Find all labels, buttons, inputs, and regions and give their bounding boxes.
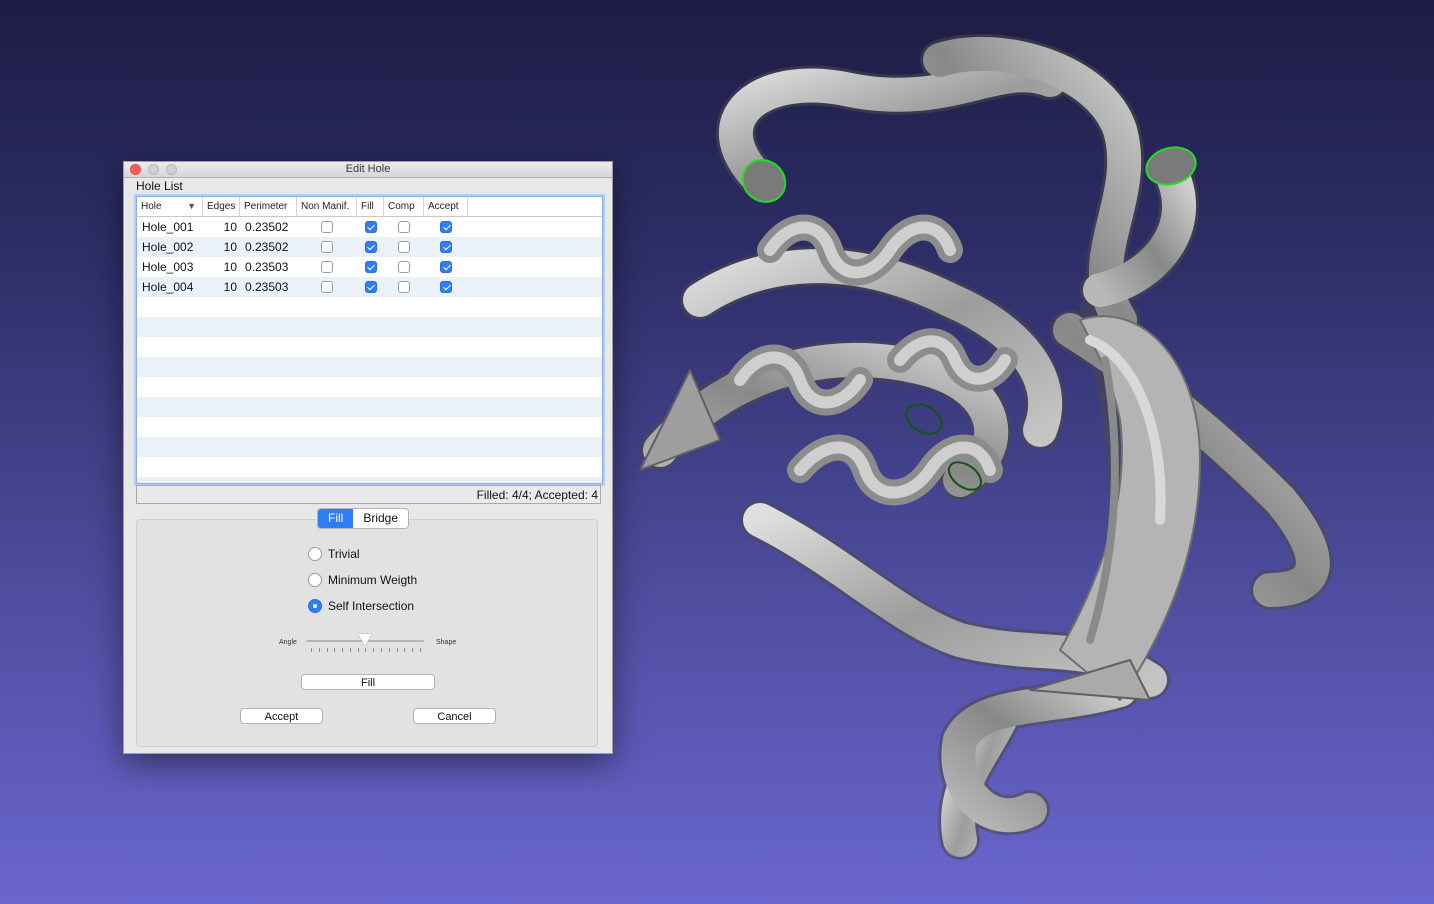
column-header-comp[interactable]: Comp <box>384 197 424 216</box>
radio-label: Trivial <box>328 547 360 561</box>
empty-row <box>137 477 602 483</box>
radio-label: Self Intersection <box>328 599 415 613</box>
empty-row <box>137 297 602 317</box>
hole-name-cell: Hole_002 <box>142 240 194 254</box>
column-header-hole[interactable]: Hole ▼ <box>137 197 203 216</box>
accept-checkbox[interactable] <box>440 221 452 233</box>
comp-checkbox[interactable] <box>398 281 410 293</box>
table-row[interactable]: Hole_002 10 0.23502 <box>137 237 602 257</box>
radio-button[interactable] <box>308 547 322 561</box>
edges-cell: 10 <box>223 260 237 274</box>
edges-cell: 10 <box>223 220 237 234</box>
non-manifold-checkbox[interactable] <box>321 281 333 293</box>
perimeter-cell: 0.23502 <box>245 220 289 234</box>
column-header-fill[interactable]: Fill <box>357 197 384 216</box>
fill-status: Filled: 4/4; Accepted: 4 <box>136 485 601 504</box>
hole-list-label: Hole List <box>136 179 183 193</box>
column-header-non-manif[interactable]: Non Manif. <box>297 197 357 216</box>
hole-name-cell: Hole_003 <box>142 260 194 274</box>
table-row[interactable]: Hole_004 10 0.23503 <box>137 277 602 297</box>
radio-self-intersection[interactable]: Self Intersection <box>308 599 414 613</box>
non-manifold-checkbox[interactable] <box>321 261 333 273</box>
accept-button[interactable]: Accept <box>240 708 323 724</box>
slider-right-label: Shape <box>436 639 457 646</box>
radio-trivial[interactable]: Trivial <box>308 547 360 561</box>
non-manifold-checkbox[interactable] <box>321 241 333 253</box>
fill-checkbox[interactable] <box>364 241 377 253</box>
sort-down-icon: ▼ <box>187 201 196 211</box>
fill-checkbox[interactable] <box>364 281 377 293</box>
empty-row <box>137 317 602 337</box>
non-manifold-checkbox[interactable] <box>321 221 333 233</box>
edges-cell: 10 <box>223 240 237 254</box>
column-header-edges[interactable]: Edges <box>203 197 240 216</box>
perimeter-cell: 0.23503 <box>245 260 289 274</box>
edges-cell: 10 <box>223 280 237 294</box>
perimeter-cell: 0.23502 <box>245 240 289 254</box>
table-row[interactable]: Hole_001 10 0.23502 <box>137 217 602 237</box>
empty-row <box>137 337 602 357</box>
edit-hole-dialog: Edit Hole Hole List Hole ▼ Edges Perimete… <box>123 161 613 754</box>
table-body: Hole_001 10 0.23502 Hole_002 10 0.23502 Hole_0… <box>137 217 602 483</box>
empty-row <box>137 457 602 477</box>
radio-button[interactable] <box>308 573 322 587</box>
slider-ticks <box>311 648 421 652</box>
comp-checkbox[interactable] <box>398 241 410 253</box>
empty-row <box>137 417 602 437</box>
table-header: Hole ▼ Edges Perimeter Non Manif. Fill Co… <box>137 197 602 217</box>
hole-marker-003 <box>905 403 943 435</box>
radio-label: Minimum Weigth <box>328 573 418 587</box>
tab-fill[interactable]: Fill <box>318 509 354 528</box>
fill-checkbox[interactable] <box>364 261 377 273</box>
hole-name-cell: Hole_004 <box>142 280 194 294</box>
fill-button[interactable]: Fill <box>301 674 435 690</box>
dialog-title: Edit Hole <box>345 163 391 175</box>
empty-row <box>137 397 602 417</box>
accept-checkbox[interactable] <box>440 261 452 273</box>
title-bar[interactable]: Edit Hole <box>124 162 612 178</box>
empty-row <box>137 357 602 377</box>
empty-row <box>137 377 602 397</box>
tab-panel <box>136 519 598 747</box>
radio-minimum-weight[interactable]: Minimum Weigth <box>308 573 417 587</box>
comp-checkbox[interactable] <box>398 261 410 273</box>
slider-thumb[interactable] <box>358 634 372 646</box>
empty-row <box>137 437 602 457</box>
radio-button[interactable] <box>308 599 322 613</box>
hole-name-cell: Hole_001 <box>142 220 194 234</box>
column-header-accept[interactable]: Accept <box>424 197 468 216</box>
tab-bridge[interactable]: Bridge <box>353 509 408 528</box>
slider-left-label: Angle <box>279 639 297 646</box>
table-row[interactable]: Hole_003 10 0.23503 <box>137 257 602 277</box>
accept-checkbox[interactable] <box>440 241 452 253</box>
mode-tabs: Fill Bridge <box>317 508 410 529</box>
comp-checkbox[interactable] <box>398 221 410 233</box>
perimeter-cell: 0.23503 <box>245 280 289 294</box>
hole-table[interactable]: Hole ▼ Edges Perimeter Non Manif. Fill Co… <box>136 196 603 484</box>
fill-checkbox[interactable] <box>364 221 377 233</box>
accept-checkbox[interactable] <box>440 281 452 293</box>
cancel-button[interactable]: Cancel <box>413 708 496 724</box>
column-header-perimeter[interactable]: Perimeter <box>240 197 297 216</box>
